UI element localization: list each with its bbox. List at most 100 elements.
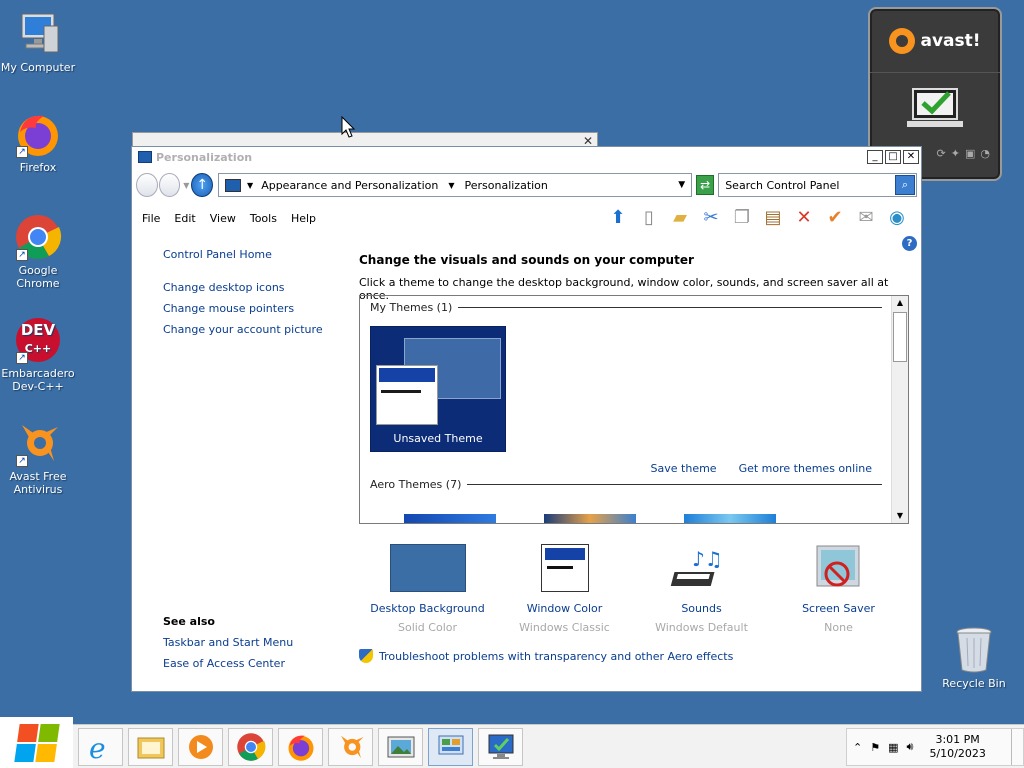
menu-view[interactable]: View: [210, 212, 236, 225]
scroll-up-icon[interactable]: ▲: [892, 296, 908, 310]
volume-icon[interactable]: 🔊︎: [907, 740, 914, 754]
menu-edit[interactable]: Edit: [174, 212, 195, 225]
customization-row: Desktop Background Solid Color Window Co…: [359, 544, 909, 634]
address-dropdown-icon[interactable]: ▼: [678, 180, 685, 190]
facebook-icon[interactable]: ▣: [965, 147, 975, 160]
forward-button[interactable]: [158, 173, 181, 197]
refresh-button[interactable]: ⇄: [696, 175, 715, 195]
mail-icon[interactable]: ✉: [854, 206, 878, 230]
desktop-icon-google-chrome[interactable]: ↗ Google Chrome: [0, 213, 76, 290]
show-hidden-icons-icon[interactable]: ⌃: [853, 741, 862, 754]
pane-icon[interactable]: ▯: [637, 206, 661, 230]
breadcrumb-personalization[interactable]: Personalization: [464, 179, 547, 192]
paste-icon[interactable]: ▤: [761, 206, 785, 230]
window-color-option[interactable]: Window Color Windows Classic: [496, 544, 633, 634]
history-dropdown-icon[interactable]: ▼: [183, 181, 189, 190]
back-button[interactable]: [136, 173, 158, 197]
themes-scrollbar[interactable]: ▲ ▼: [891, 296, 908, 523]
taskbar-avast[interactable]: [328, 728, 373, 766]
action-center-flag-icon[interactable]: ⚑: [870, 741, 880, 754]
link-change-mouse-pointers[interactable]: Change mouse pointers: [163, 302, 353, 315]
link-taskbar-start-menu[interactable]: Taskbar and Start Menu: [163, 636, 293, 649]
menu-help[interactable]: Help: [291, 212, 316, 225]
theme-aero-thumbnail[interactable]: [404, 514, 496, 523]
up-arrow-icon[interactable]: ⬆: [606, 206, 630, 230]
screen-saver-option[interactable]: Screen Saver None: [770, 544, 907, 634]
option-label[interactable]: Sounds: [633, 602, 770, 615]
theme-aero-thumbnail[interactable]: [684, 514, 776, 523]
title-bar[interactable]: Personalization _ □ ✕: [132, 147, 921, 167]
refresh-icon[interactable]: ⟳: [937, 147, 946, 160]
search-icon[interactable]: ⌕: [895, 175, 916, 195]
address-bar[interactable]: ▼ Appearance and Personalization ▼ Perso…: [218, 173, 693, 197]
scroll-thumb[interactable]: [893, 312, 907, 362]
up-button[interactable]: ↑: [191, 173, 214, 197]
avast-icon: [340, 735, 363, 759]
check-icon[interactable]: ✔: [823, 206, 847, 230]
desktop-icon-avast[interactable]: ↗ Avast Free Antivirus: [0, 419, 76, 496]
chrome-icon: [236, 733, 265, 761]
desktop-background-icon: [389, 544, 466, 594]
link-change-account-picture[interactable]: Change your account picture: [163, 323, 353, 336]
svg-text:e: e: [89, 732, 106, 762]
address-row: ▼ ↑ ▼ Appearance and Personalization ▼ P…: [136, 171, 918, 199]
search-input[interactable]: Search Control Panel ⌕: [718, 173, 918, 197]
folder-icon[interactable]: ▰: [668, 206, 692, 230]
link-troubleshoot-aero[interactable]: Troubleshoot problems with transparency …: [379, 650, 733, 663]
chevron-down-icon[interactable]: ▼: [448, 181, 454, 190]
link-change-desktop-icons[interactable]: Change desktop icons: [163, 281, 353, 294]
desktop-icon-recycle-bin[interactable]: Recycle Bin: [938, 626, 1010, 690]
minimize-button[interactable]: _: [867, 150, 883, 164]
rss-icon[interactable]: ◔: [980, 147, 990, 160]
copy-icon[interactable]: ❐: [730, 206, 754, 230]
divider: [467, 484, 882, 485]
menu-file[interactable]: File: [142, 212, 160, 225]
link-get-more-themes[interactable]: Get more themes online: [739, 462, 872, 475]
taskbar-media-player[interactable]: [178, 728, 223, 766]
menu-tools[interactable]: Tools: [250, 212, 277, 225]
taskbar-photo-viewer[interactable]: [378, 728, 423, 766]
scroll-down-icon[interactable]: ▼: [892, 509, 908, 523]
link-ease-of-access[interactable]: Ease of Access Center: [163, 657, 293, 670]
chevron-down-icon[interactable]: ▼: [247, 181, 253, 190]
breadcrumb-appearance[interactable]: Appearance and Personalization: [261, 179, 438, 192]
clock[interactable]: 3:01 PM 5/10/2023: [929, 733, 985, 761]
theme-unsaved[interactable]: Unsaved Theme: [370, 326, 506, 452]
avast-icon: ↗: [14, 419, 62, 467]
start-button[interactable]: [0, 717, 73, 768]
folder-icon: [137, 737, 164, 759]
avast-status[interactable]: [870, 73, 1000, 147]
group-header-my-themes: My Themes (1): [370, 301, 882, 314]
taskbar-personalization[interactable]: [478, 728, 523, 766]
maximize-button[interactable]: □: [885, 150, 901, 164]
sounds-option[interactable]: ♪♫ Sounds Windows Default: [633, 544, 770, 634]
desktop-icon-firefox[interactable]: ↗ Firefox: [0, 110, 76, 174]
show-desktop-button[interactable]: [1011, 729, 1023, 765]
avast-brand: avast!: [920, 30, 981, 51]
option-label[interactable]: Desktop Background: [359, 602, 496, 615]
taskbar-firefox[interactable]: [278, 728, 323, 766]
help-button[interactable]: ?: [902, 236, 917, 251]
themes-list[interactable]: My Themes (1) Unsaved Theme Save theme G…: [359, 295, 909, 524]
system-tray: ⌃ ⚑ ▦ 🔊︎ 3:01 PM 5/10/2023: [846, 728, 1024, 766]
close-button[interactable]: ✕: [903, 150, 919, 164]
desktop-background-option[interactable]: Desktop Background Solid Color: [359, 544, 496, 634]
delete-icon[interactable]: ✕: [792, 206, 816, 230]
see-also-links: Taskbar and Start Menu Ease of Access Ce…: [163, 636, 293, 670]
taskbar-internet-explorer[interactable]: e: [78, 728, 123, 766]
globe-icon[interactable]: ◉: [885, 206, 909, 230]
desktop-icon-my-computer[interactable]: My Computer: [0, 10, 76, 74]
option-label[interactable]: Window Color: [496, 602, 633, 615]
twitter-icon[interactable]: ✦: [951, 147, 960, 160]
taskbar-file-explorer[interactable]: [128, 728, 173, 766]
taskbar-control-panel[interactable]: [428, 728, 473, 766]
cut-icon[interactable]: ✂: [699, 206, 723, 230]
link-save-theme[interactable]: Save theme: [651, 462, 717, 475]
network-icon[interactable]: ▦: [888, 741, 898, 754]
see-also-heading: See also: [163, 615, 215, 628]
option-label[interactable]: Screen Saver: [770, 602, 907, 615]
link-control-panel-home[interactable]: Control Panel Home: [163, 248, 353, 261]
theme-aero-thumbnail[interactable]: [544, 514, 636, 523]
taskbar-chrome[interactable]: [228, 728, 273, 766]
desktop-icon-devcpp[interactable]: DEV C++ ↗ Embarcadero Dev-C++: [0, 316, 76, 393]
